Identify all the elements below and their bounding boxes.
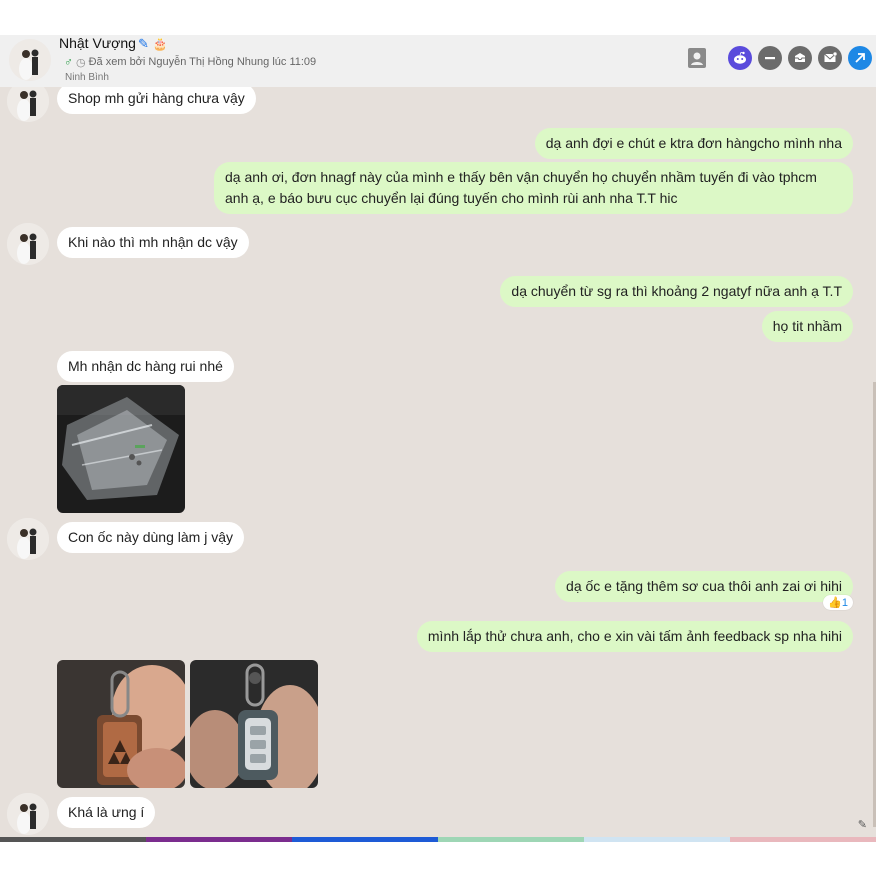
screw-bag-photo[interactable] xyxy=(57,385,185,513)
sender-avatar[interactable] xyxy=(7,793,49,835)
key-case-photo-2[interactable] xyxy=(190,660,318,788)
contact-card-icon[interactable] xyxy=(684,46,710,70)
message-incoming[interactable]: Khá là ưng í xyxy=(57,797,156,828)
chat-header: Nhật Vượng ✎ 🎂 ♂ ◷ Đã xem bởi Nguyễn Thị H… xyxy=(0,35,876,88)
bar-segment xyxy=(292,837,438,842)
open-external-icon[interactable] xyxy=(848,46,872,70)
inbox-icon[interactable] xyxy=(788,46,812,70)
gender-male-icon: ♂ xyxy=(64,55,73,69)
message-outgoing[interactable]: dạ anh đợi e chút e ktra đơn hàngcho mìn… xyxy=(534,128,853,159)
sender-avatar[interactable] xyxy=(7,518,49,560)
thumbs-up-icon: 👍 xyxy=(828,597,842,609)
reaction-badge[interactable]: 👍1 xyxy=(823,595,853,610)
message-outgoing[interactable]: họ tit nhầm xyxy=(761,311,853,342)
message-incoming[interactable]: Mh nhận dc hàng rui nhé xyxy=(57,351,234,382)
bar-segment xyxy=(146,837,292,842)
message-outgoing[interactable]: dạ anh ơi, đơn hnagf này của mình e thấy… xyxy=(214,162,853,214)
seen-status: ♂ ◷ Đã xem bởi Nguyễn Thị Hồng Nhung lúc… xyxy=(64,55,316,69)
birthday-icon: 🎂 xyxy=(152,37,168,51)
clock-icon: ◷ xyxy=(76,56,86,69)
contact-location: Ninh Bình xyxy=(65,72,109,83)
message-incoming[interactable]: Khi nào thì mh nhận dc vậy xyxy=(57,227,249,258)
chat-thread[interactable]: Shop mh gửi hàng chưa vậy dạ anh đợi e c… xyxy=(0,87,873,837)
seen-text: Đã xem bởi Nguyễn Thị Hồng Nhung lúc 11:… xyxy=(88,56,317,68)
bar-segment xyxy=(730,837,876,842)
message-incoming[interactable]: Con ốc này dùng làm j vậy xyxy=(57,522,244,553)
sender-avatar[interactable] xyxy=(7,87,49,122)
bar-segment xyxy=(584,837,730,842)
contact-avatar[interactable] xyxy=(9,39,51,81)
typing-doodle-icon: ✎ xyxy=(857,819,867,831)
minus-icon[interactable] xyxy=(758,46,782,70)
sender-avatar[interactable] xyxy=(7,223,49,265)
reaction-count: 1 xyxy=(841,597,848,609)
message-incoming[interactable]: Shop mh gửi hàng chưa vậy xyxy=(57,87,256,114)
bar-segment xyxy=(0,837,146,842)
key-case-photo-1[interactable] xyxy=(57,660,185,788)
header-actions xyxy=(684,46,872,70)
message-outgoing[interactable]: mình lắp thử chưa anh, cho e xin vài tấm… xyxy=(416,621,853,652)
edit-nickname-icon[interactable]: ✎ xyxy=(138,36,149,51)
mail-icon[interactable] xyxy=(818,46,842,70)
message-outgoing[interactable]: dạ chuyển từ sg ra thì khoảng 2 ngatyf n… xyxy=(500,276,853,307)
bottom-color-bar xyxy=(0,837,876,842)
message-outgoing[interactable]: dạ ốc e tặng thêm sơ cua thôi anh zai ơi… xyxy=(555,571,853,602)
reddit-icon[interactable] xyxy=(728,46,752,70)
contact-name: Nhật Vượng ✎ 🎂 xyxy=(59,35,168,51)
bar-segment xyxy=(438,837,584,842)
